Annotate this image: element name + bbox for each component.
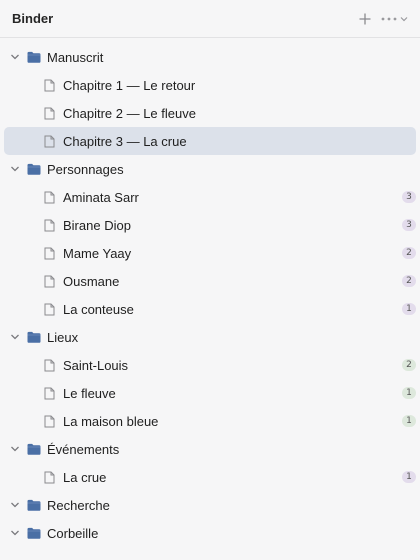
- document-icon: [44, 387, 55, 400]
- header-actions: [359, 9, 408, 29]
- document-row[interactable]: Mame Yaay 2: [0, 239, 420, 267]
- chevron-down-icon[interactable]: [10, 444, 20, 454]
- count-badge: 1: [402, 387, 416, 399]
- chevron-down-icon[interactable]: [10, 164, 20, 174]
- document-icon: [44, 79, 55, 92]
- document-row[interactable]: La maison bleue 1: [0, 407, 420, 435]
- document-row[interactable]: Saint-Louis 2: [0, 351, 420, 379]
- chevron-down-icon[interactable]: [10, 528, 20, 538]
- count-badge: 2: [402, 247, 416, 259]
- count-badge: 1: [402, 415, 416, 427]
- document-icon: [44, 219, 55, 232]
- document-icon: [44, 275, 55, 288]
- chevron-down-icon: [400, 16, 408, 21]
- folder-label: Corbeille: [47, 525, 99, 541]
- count-badge: 3: [402, 191, 416, 203]
- document-icon: [44, 359, 55, 372]
- document-icon: [44, 247, 55, 260]
- document-icon: [44, 303, 55, 316]
- folder-row[interactable]: Lieux: [0, 323, 420, 351]
- folder-icon: [27, 163, 41, 175]
- add-button[interactable]: [359, 9, 371, 29]
- document-row-selected[interactable]: Chapitre 3 — La crue: [4, 127, 416, 155]
- chevron-down-icon[interactable]: [10, 332, 20, 342]
- folder-icon: [27, 51, 41, 63]
- count-badge: 1: [402, 471, 416, 483]
- folder-icon: [27, 331, 41, 343]
- document-label: La maison bleue: [63, 413, 159, 429]
- folder-icon: [27, 499, 41, 511]
- folder-label: Personnages: [47, 161, 124, 177]
- document-row[interactable]: Birane Diop 3: [0, 211, 420, 239]
- document-icon: [44, 107, 55, 120]
- document-label: Mame Yaay: [63, 245, 132, 261]
- document-row[interactable]: La crue 1: [0, 463, 420, 491]
- folder-row[interactable]: Recherche: [0, 491, 420, 519]
- document-label: Aminata Sarr: [63, 189, 139, 205]
- document-icon: [44, 191, 55, 204]
- document-label: Birane Diop: [63, 217, 131, 233]
- folder-icon: [27, 527, 41, 539]
- document-row[interactable]: Chapitre 1 — Le retour: [0, 71, 420, 99]
- folder-label: Recherche: [47, 497, 110, 513]
- document-row[interactable]: Aminata Sarr 3: [0, 183, 420, 211]
- ellipsis-icon: [381, 17, 397, 20]
- document-label: Le fleuve: [63, 385, 116, 401]
- binder-tree: Manuscrit Chapitre 1 — Le retour Chapitre …: [0, 38, 420, 547]
- document-label: Chapitre 3 — La crue: [63, 133, 187, 149]
- document-icon: [44, 135, 55, 148]
- document-label: La conteuse: [63, 301, 134, 317]
- document-label: Chapitre 1 — Le retour: [63, 77, 196, 93]
- folder-row[interactable]: Personnages: [0, 155, 420, 183]
- document-row[interactable]: Le fleuve 1: [0, 379, 420, 407]
- binder-header: Binder: [0, 0, 420, 38]
- document-label: La crue: [63, 469, 107, 485]
- folder-label: Événements: [47, 441, 120, 457]
- folder-label: Lieux: [47, 329, 79, 345]
- folder-row[interactable]: Manuscrit: [0, 43, 420, 71]
- count-badge: 2: [402, 359, 416, 371]
- folder-label: Manuscrit: [47, 49, 104, 65]
- folder-row[interactable]: Événements: [0, 435, 420, 463]
- chevron-down-icon[interactable]: [10, 500, 20, 510]
- chevron-down-icon[interactable]: [10, 52, 20, 62]
- document-icon: [44, 471, 55, 484]
- plus-icon: [359, 13, 371, 24]
- document-row[interactable]: Chapitre 2 — Le fleuve: [0, 99, 420, 127]
- document-label: Ousmane: [63, 273, 120, 289]
- document-label: Chapitre 2 — Le fleuve: [63, 105, 196, 121]
- document-label: Saint-Louis: [63, 357, 129, 373]
- folder-row[interactable]: Corbeille: [0, 519, 420, 547]
- binder-title: Binder: [12, 11, 54, 26]
- count-badge: 2: [402, 275, 416, 287]
- more-options-button[interactable]: [381, 9, 408, 29]
- document-row[interactable]: Ousmane 2: [0, 267, 420, 295]
- count-badge: 3: [402, 219, 416, 231]
- document-icon: [44, 415, 55, 428]
- count-badge: 1: [402, 303, 416, 315]
- document-row[interactable]: La conteuse 1: [0, 295, 420, 323]
- folder-icon: [27, 443, 41, 455]
